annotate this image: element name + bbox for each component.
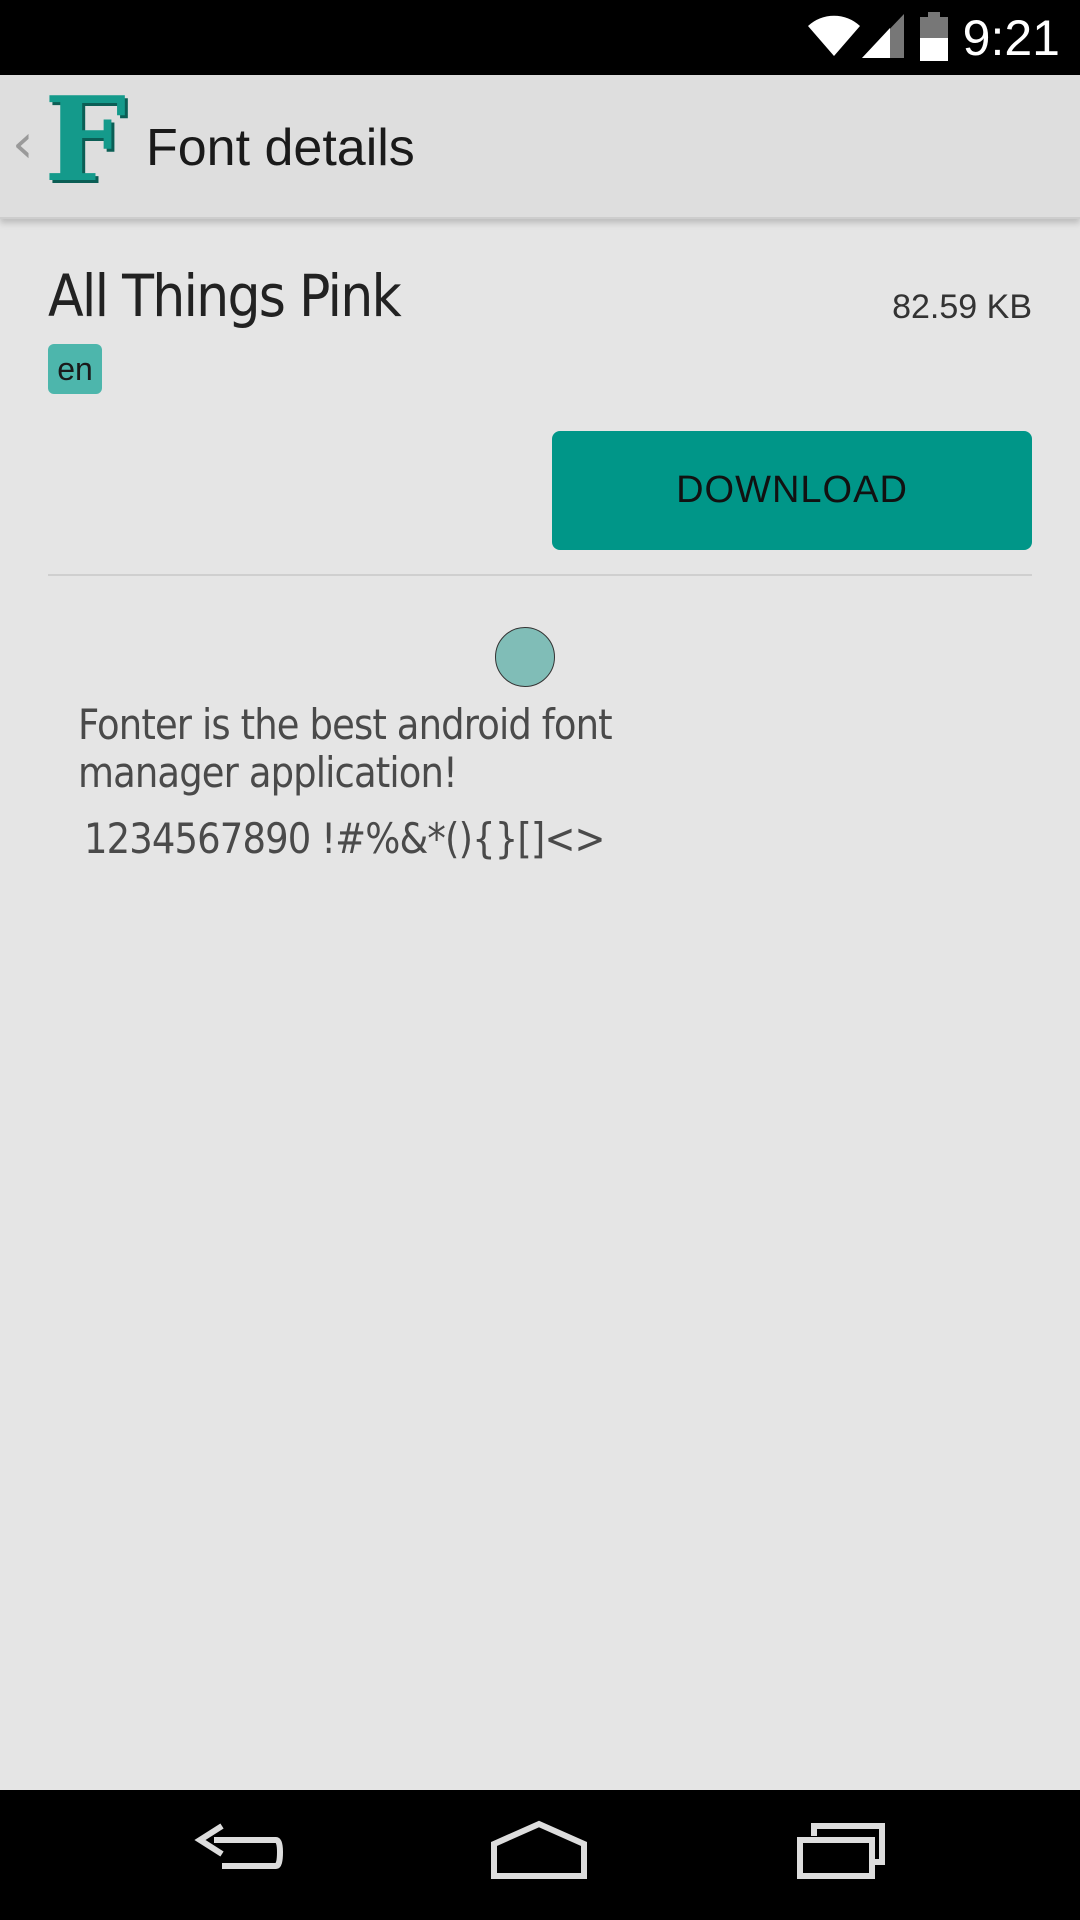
download-button[interactable]: DOWNLOAD: [552, 431, 1032, 550]
divider: [48, 574, 1032, 576]
preview-text-line-2: manager application!: [78, 748, 458, 797]
app-bar: ‹ F Font details: [0, 75, 1080, 219]
font-name: All Things Pink: [48, 262, 402, 330]
preview-text-line-1: Fonter is the best android font: [78, 700, 613, 749]
back-icon[interactable]: [192, 1818, 284, 1893]
recents-icon[interactable]: [794, 1818, 888, 1893]
language-badge: en: [48, 344, 102, 394]
status-bar: 9:21: [0, 0, 1080, 75]
home-icon[interactable]: [488, 1818, 590, 1893]
battery-icon: [918, 12, 950, 67]
navigation-bar: [0, 1790, 1080, 1920]
page-title: Font details: [146, 119, 415, 177]
chevron-left-icon[interactable]: ‹: [12, 117, 34, 171]
file-size: 82.59 KB: [892, 288, 1032, 326]
cell-signal-icon: [860, 12, 906, 65]
wifi-icon: [806, 12, 862, 63]
loading-indicator: [495, 627, 555, 687]
preview-text-line-3: 1234567890 !#%&*(){}[]<>: [84, 814, 606, 863]
app-logo[interactable]: F: [44, 82, 130, 198]
status-time: 9:21: [962, 10, 1060, 66]
